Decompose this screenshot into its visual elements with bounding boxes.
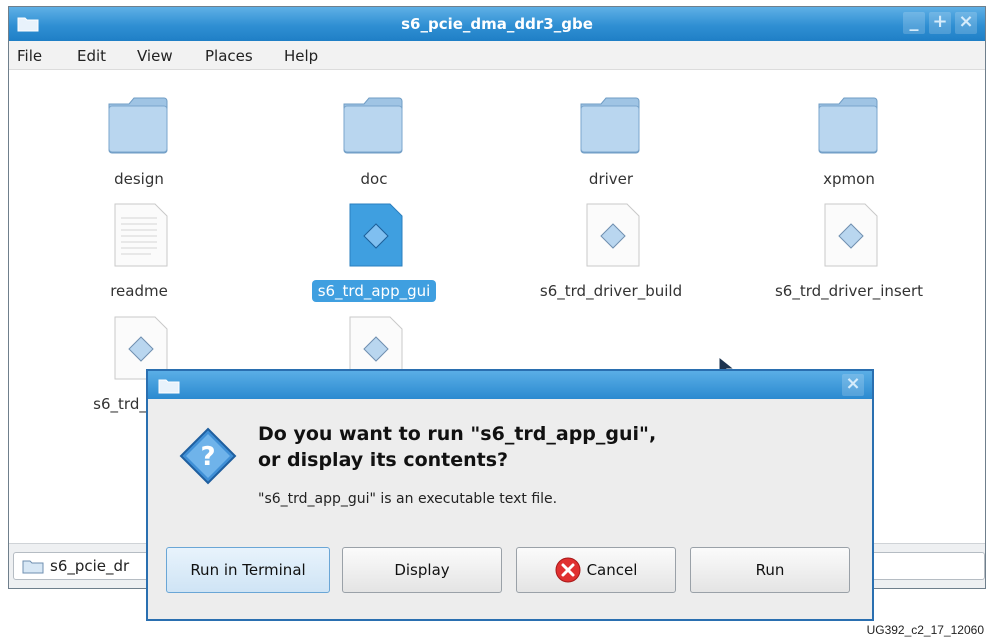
- text-file-icon: [114, 203, 168, 267]
- menu-view[interactable]: View: [137, 47, 173, 65]
- file-label: s6_trd_app_gui: [311, 280, 437, 302]
- dialog-heading: Do you want to run "s6_trd_app_gui", or …: [258, 421, 656, 473]
- heading-line-1: Do you want to run "s6_trd_app_gui",: [258, 423, 657, 445]
- dialog-close-button[interactable]: ×: [842, 374, 864, 396]
- menubar: File Edit View Places Help: [9, 41, 985, 70]
- file-item-s6-trd-driver-build[interactable]: s6_trd_driver_build: [511, 202, 711, 302]
- menu-places[interactable]: Places: [205, 47, 253, 65]
- file-label: xpmon: [823, 170, 875, 188]
- file-label: readme: [110, 282, 168, 300]
- file-label: s6_trd_driver_build: [539, 282, 683, 300]
- script-file-icon: [586, 203, 640, 267]
- heading-line-2: or display its contents?: [258, 449, 509, 471]
- button-label: Display: [394, 561, 450, 579]
- menu-file[interactable]: File: [17, 47, 42, 65]
- display-button[interactable]: Display: [342, 547, 502, 593]
- run-button[interactable]: Run: [690, 547, 850, 593]
- minimize-button[interactable]: _: [903, 12, 925, 34]
- button-label: Run: [755, 561, 785, 579]
- question-icon: ?: [179, 427, 237, 485]
- window-title: s6_pcie_dma_ddr3_gbe: [401, 15, 593, 33]
- file-item-xpmon[interactable]: xpmon: [749, 90, 949, 190]
- svg-text:?: ?: [200, 442, 215, 472]
- run-in-terminal-button[interactable]: Run in Terminal: [166, 547, 330, 593]
- cancel-button[interactable]: Cancel: [516, 547, 676, 593]
- dialog-titlebar[interactable]: ×: [148, 371, 872, 399]
- file-label: doc: [360, 170, 388, 188]
- cancel-icon: [555, 557, 581, 583]
- file-label: s6_trd_driver_insert: [774, 282, 924, 300]
- folder-icon: [22, 560, 44, 574]
- menu-help[interactable]: Help: [284, 47, 318, 65]
- maximize-button[interactable]: +: [929, 12, 951, 34]
- figure-caption: UG392_c2_17_12060: [866, 623, 984, 637]
- file-item-design[interactable]: design: [39, 90, 239, 190]
- file-label: driver: [588, 170, 634, 188]
- folder-icon: [580, 97, 640, 154]
- file-label: design: [114, 170, 164, 188]
- window-titlebar[interactable]: s6_pcie_dma_ddr3_gbe _ + ×: [9, 7, 985, 41]
- file-item-s6-trd-driver-insert[interactable]: s6_trd_driver_insert: [749, 202, 949, 302]
- file-item-readme[interactable]: readme: [39, 202, 239, 302]
- close-button[interactable]: ×: [955, 12, 977, 34]
- folder-icon: [158, 379, 180, 394]
- button-label: Cancel: [586, 561, 638, 579]
- file-item-driver[interactable]: driver: [511, 90, 711, 190]
- dialog-subtext: "s6_trd_app_gui" is an executable text f…: [258, 491, 558, 507]
- button-label: Run in Terminal: [190, 561, 306, 579]
- script-file-icon: [349, 203, 403, 267]
- file-item-doc[interactable]: doc: [274, 90, 474, 190]
- menu-edit[interactable]: Edit: [77, 47, 106, 65]
- run-dialog: × ? Do you want to run "s6_trd_app_gui",…: [146, 369, 874, 621]
- file-item-s6-trd-app-gui[interactable]: s6_trd_app_gui: [274, 202, 474, 302]
- path-label: s6_pcie_dr: [50, 557, 130, 575]
- folder-icon: [343, 97, 403, 154]
- folder-icon: [818, 97, 878, 154]
- folder-icon: [108, 97, 168, 154]
- script-file-icon: [824, 203, 878, 267]
